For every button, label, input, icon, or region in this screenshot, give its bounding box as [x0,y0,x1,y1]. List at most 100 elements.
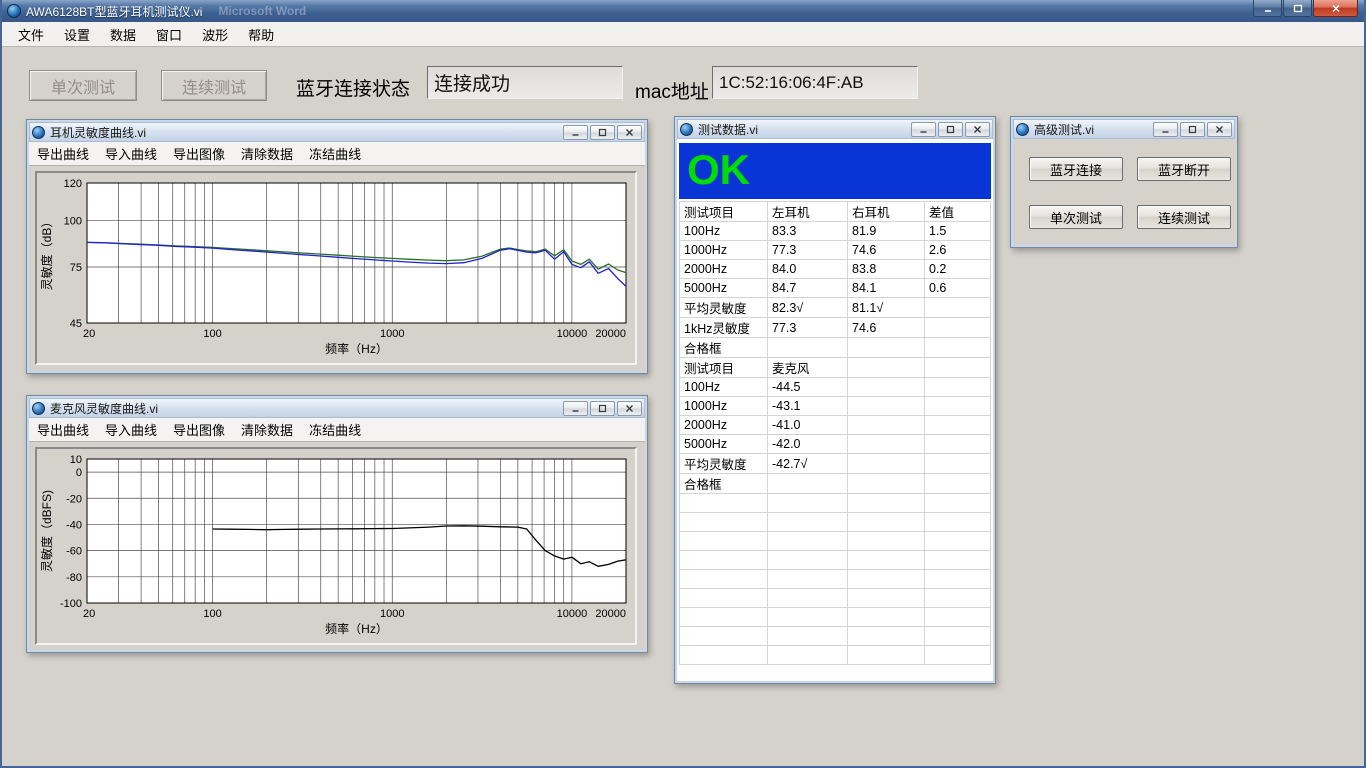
minimize-icon[interactable] [911,122,936,137]
maximize-icon[interactable] [1180,122,1205,137]
mic-menu-item-4[interactable]: 清除数据 [233,416,301,443]
table-cell[interactable]: 83.3 [768,222,848,241]
table-cell[interactable] [925,551,991,570]
headphone-menu-item-5[interactable]: 冻结曲线 [301,140,369,167]
table-cell[interactable] [925,378,991,397]
headphone-menu-item-4[interactable]: 清除数据 [233,140,301,167]
table-cell[interactable]: 100Hz [680,222,768,241]
advanced-bt-disconnect-button[interactable]: 蓝牙断开 [1137,157,1231,181]
mic-sensitivity-chart[interactable]: 100-20-40-60-80-1002010010001000020000频率… [35,447,637,645]
table-cell[interactable] [768,551,848,570]
table-cell[interactable]: 0.2 [925,260,991,279]
mac-address-field[interactable] [712,66,918,99]
continuous-test-button[interactable]: 连续测试 [161,70,267,101]
minimize-icon[interactable] [563,401,588,416]
table-cell[interactable] [925,532,991,551]
table-cell[interactable]: 100Hz [680,378,768,397]
table-cell[interactable] [680,532,768,551]
table-cell[interactable]: 1kHz灵敏度 [680,318,768,338]
headphone-menu-item-3[interactable]: 导出图像 [165,140,233,167]
main-titlebar[interactable]: AWA6128BT型蓝牙耳机测试仪.vi Microsoft Word [2,0,1364,22]
advanced-continuous-test-button[interactable]: 连续测试 [1137,205,1231,229]
advanced-window-titlebar[interactable]: 高级测试.vi [1013,119,1235,139]
table-cell[interactable] [925,589,991,608]
table-cell[interactable] [680,608,768,627]
table-cell[interactable] [925,646,991,665]
close-icon[interactable] [1313,0,1358,17]
table-cell[interactable] [848,494,925,513]
table-cell[interactable]: 平均灵敏度 [680,298,768,318]
main-menu-item-4[interactable]: 窗口 [146,21,192,48]
table-cell[interactable] [925,416,991,435]
bt-status-field[interactable] [427,66,623,99]
table-cell[interactable] [925,474,991,494]
table-cell[interactable] [768,513,848,532]
maximize-icon[interactable] [590,401,615,416]
table-cell[interactable]: 合格框 [680,474,768,494]
table-cell[interactable]: 84.0 [768,260,848,279]
table-cell[interactable] [768,494,848,513]
table-cell[interactable] [848,416,925,435]
table-cell[interactable]: 5000Hz [680,279,768,298]
advanced-single-test-button[interactable]: 单次测试 [1029,205,1123,229]
maximize-icon[interactable] [1283,0,1312,17]
table-cell[interactable] [680,551,768,570]
mic-window-titlebar[interactable]: 麦克风灵敏度曲线.vi [29,398,645,418]
mic-menu-item-5[interactable]: 冻结曲线 [301,416,369,443]
table-cell[interactable]: -43.1 [768,397,848,416]
table-cell[interactable] [768,338,848,358]
table-cell[interactable]: 74.6 [848,241,925,260]
table-cell[interactable] [680,494,768,513]
close-icon[interactable] [617,401,642,416]
table-cell[interactable] [680,570,768,589]
table-cell[interactable] [768,570,848,589]
table-cell[interactable]: 1.5 [925,222,991,241]
table-cell[interactable]: 5000Hz [680,435,768,454]
table-cell[interactable] [925,397,991,416]
main-menu-item-5[interactable]: 波形 [192,21,238,48]
minimize-icon[interactable] [1153,122,1178,137]
table-cell[interactable]: 合格框 [680,338,768,358]
main-menu-item-2[interactable]: 设置 [54,21,100,48]
table-cell[interactable] [925,570,991,589]
mic-menu-item-2[interactable]: 导入曲线 [97,416,165,443]
table-cell[interactable] [925,627,991,646]
table-cell[interactable] [848,589,925,608]
main-menu-item-6[interactable]: 帮助 [238,21,284,48]
table-cell[interactable] [925,298,991,318]
table-cell[interactable] [848,646,925,665]
table-cell[interactable]: -44.5 [768,378,848,397]
table-cell[interactable] [925,358,991,378]
table-cell[interactable]: 2.6 [925,241,991,260]
maximize-icon[interactable] [938,122,963,137]
table-cell[interactable] [768,589,848,608]
test-data-window-titlebar[interactable]: 测试数据.vi [677,119,993,139]
main-menu-item-3[interactable]: 数据 [100,21,146,48]
table-cell[interactable]: 84.1 [848,279,925,298]
table-cell[interactable]: -42.7√ [768,454,848,474]
table-cell[interactable] [848,551,925,570]
table-cell[interactable]: 测试项目 [680,358,768,378]
table-cell[interactable] [768,646,848,665]
headphone-menu-item-2[interactable]: 导入曲线 [97,140,165,167]
mic-menu-item-3[interactable]: 导出图像 [165,416,233,443]
table-cell[interactable] [848,570,925,589]
close-icon[interactable] [617,125,642,140]
table-cell[interactable]: 82.3√ [768,298,848,318]
table-cell[interactable] [925,435,991,454]
table-cell[interactable] [848,532,925,551]
table-cell[interactable] [848,608,925,627]
headphone-menu-item-1[interactable]: 导出曲线 [29,140,97,167]
minimize-icon[interactable] [563,125,588,140]
headphone-window-titlebar[interactable]: 耳机灵敏度曲线.vi [29,122,645,142]
minimize-icon[interactable] [1253,0,1282,17]
table-cell[interactable] [768,608,848,627]
table-cell[interactable] [925,608,991,627]
table-cell[interactable]: 81.1√ [848,298,925,318]
table-cell[interactable] [925,494,991,513]
table-cell[interactable]: 2000Hz [680,416,768,435]
table-cell[interactable] [848,338,925,358]
table-cell[interactable] [925,318,991,338]
table-cell[interactable] [680,513,768,532]
table-cell[interactable] [848,435,925,454]
